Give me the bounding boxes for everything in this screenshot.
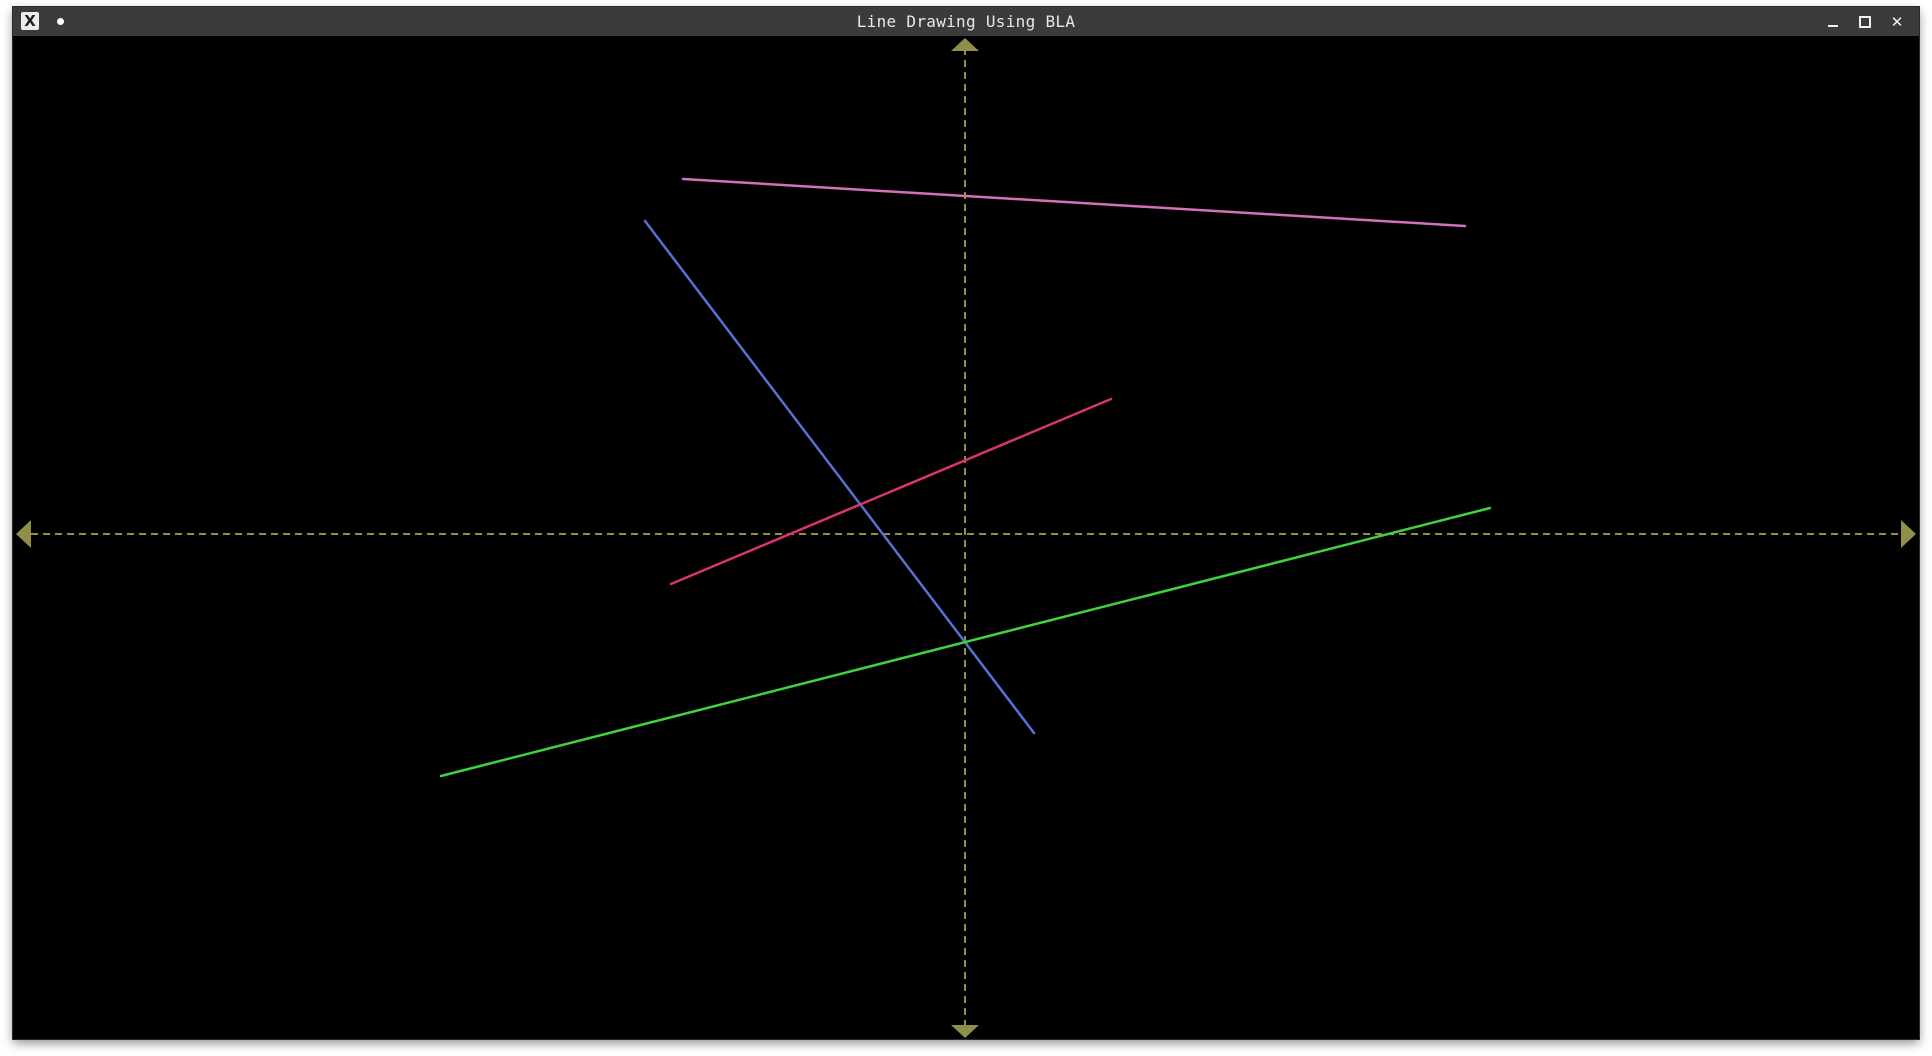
minimize-icon xyxy=(1828,24,1838,27)
drawing-canvas[interactable] xyxy=(13,36,1919,1039)
x-axis-left-arrow-icon xyxy=(16,520,31,548)
maximize-icon xyxy=(1859,15,1871,28)
line-red xyxy=(669,397,1113,586)
line-pink xyxy=(681,177,1467,228)
maximize-button[interactable] xyxy=(1849,7,1881,36)
y-axis-up-arrow-icon xyxy=(951,38,979,51)
window-controls: ✕ xyxy=(1817,7,1913,36)
close-icon: ✕ xyxy=(1890,12,1904,31)
close-button[interactable]: ✕ xyxy=(1881,7,1913,36)
window-title: Line Drawing Using BLA xyxy=(856,12,1076,31)
drawing-surface xyxy=(16,38,1916,1038)
y-axis-down-arrow-icon xyxy=(951,1025,979,1038)
app-window: X Line Drawing Using BLA ✕ xyxy=(13,7,1919,1039)
minimize-button[interactable] xyxy=(1817,7,1849,36)
line-blue xyxy=(643,219,1036,735)
x-axis-right-arrow-icon xyxy=(1901,520,1916,548)
title-bar[interactable]: X Line Drawing Using BLA ✕ xyxy=(13,7,1919,36)
